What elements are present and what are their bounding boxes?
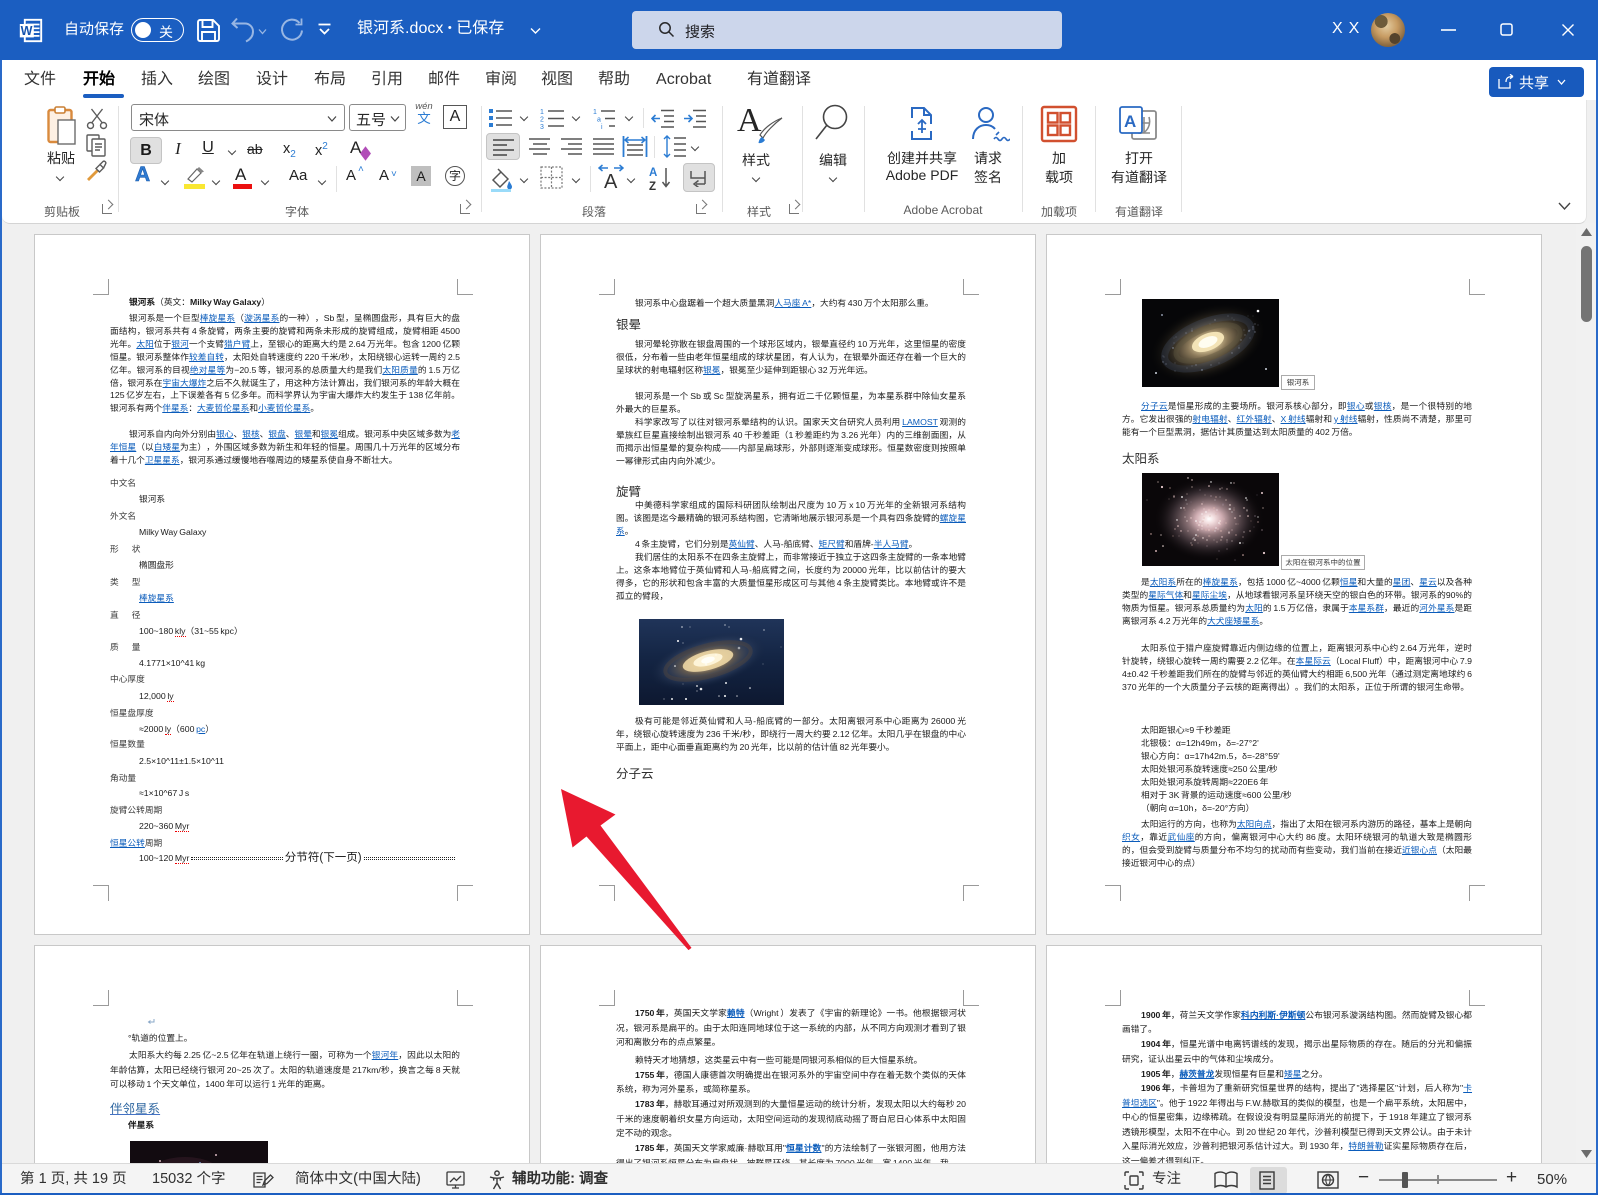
- svg-text:A: A: [649, 167, 657, 179]
- svg-text:W: W: [21, 24, 33, 38]
- svg-text:i: i: [601, 124, 603, 129]
- svg-text:1: 1: [593, 109, 597, 116]
- svg-text:1: 1: [540, 109, 544, 116]
- svg-text:Z: Z: [649, 181, 656, 192]
- svg-text:2: 2: [540, 117, 544, 124]
- svg-text:A: A: [1124, 112, 1136, 131]
- svg-text:A: A: [604, 171, 618, 192]
- svg-text:a: a: [597, 117, 601, 124]
- svg-text:3: 3: [540, 124, 544, 129]
